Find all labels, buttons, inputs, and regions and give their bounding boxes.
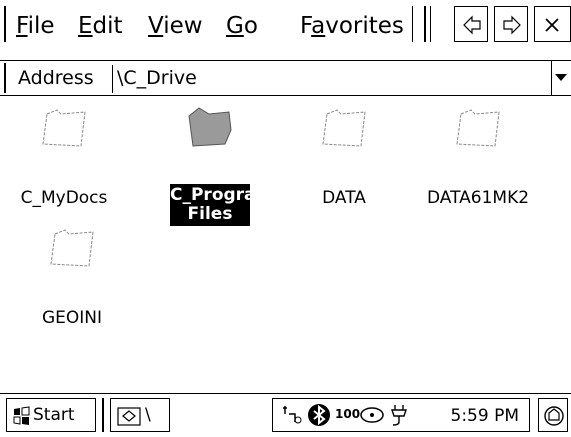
folder-label: DATA61MK2 <box>426 188 530 208</box>
menu-go[interactable]: Go <box>226 12 258 40</box>
task-label: \ <box>145 405 151 425</box>
folder-item[interactable]: DATA61MK2 <box>418 106 538 216</box>
close-icon <box>545 18 559 32</box>
folder-label: C_MyDocs <box>20 188 108 208</box>
address-label: Address <box>18 67 94 89</box>
folder-item[interactable]: C_MyDocs <box>4 106 124 216</box>
windows-flag-icon <box>13 406 30 425</box>
explorer-icon <box>117 407 141 426</box>
folder-icon <box>456 109 500 147</box>
power-plug-icon[interactable] <box>387 403 411 427</box>
folder-icon <box>42 109 86 147</box>
task-button-explorer[interactable]: \ <box>110 398 170 432</box>
address-bar: Address \C_Drive <box>0 60 571 96</box>
taskbar: Start \ 100 5:59 PM <box>0 393 571 437</box>
menu-file[interactable]: File <box>16 12 55 40</box>
folder-icon <box>188 107 232 147</box>
connection-icon[interactable] <box>281 404 303 426</box>
menu-bar: File Edit View Go Favorites <box>0 0 571 52</box>
chevron-down-icon <box>555 74 567 81</box>
folder-label-selected: C_Program Files <box>170 184 274 226</box>
folder-item[interactable]: GEOINI <box>12 226 132 336</box>
bluetooth-icon[interactable] <box>307 403 331 427</box>
folder-icon <box>50 229 94 267</box>
address-dropdown-button[interactable] <box>551 61 571 95</box>
back-icon <box>463 15 481 35</box>
menu-edit[interactable]: Edit <box>78 12 123 40</box>
forward-button[interactable] <box>494 6 528 42</box>
desktop-icon <box>544 406 564 426</box>
toolbar-grip[interactable] <box>424 6 426 42</box>
start-button[interactable]: Start <box>6 398 96 432</box>
folder-item[interactable]: DATA <box>284 106 404 216</box>
forward-icon <box>503 15 521 35</box>
folder-label: GEOINI <box>41 308 103 328</box>
menubar-grip[interactable] <box>4 6 6 42</box>
start-label: Start <box>33 405 75 425</box>
system-tray: 100 5:59 PM <box>272 398 530 432</box>
file-list: C_MyDocs C_Program Files DATA DATA61MK2 G… <box>0 96 571 381</box>
clock[interactable]: 5:59 PM <box>451 406 520 426</box>
folder-item-selected[interactable]: C_Program Files <box>150 106 273 226</box>
folder-icon <box>322 109 366 147</box>
storage-card-icon[interactable] <box>359 405 385 425</box>
address-grip[interactable] <box>4 63 6 93</box>
taskbar-grip <box>102 398 104 432</box>
address-input[interactable]: \C_Drive <box>112 65 552 93</box>
menubar-divider <box>412 6 413 42</box>
battery-indicator[interactable]: 100 <box>335 407 360 421</box>
folder-label: DATA <box>322 188 366 208</box>
toolbar-grip-2 <box>430 6 432 42</box>
desktop-button[interactable] <box>538 398 568 432</box>
back-button[interactable] <box>454 6 488 42</box>
menu-favorites[interactable]: Favorites <box>300 12 404 40</box>
menu-view[interactable]: View <box>148 12 203 40</box>
close-button[interactable] <box>534 6 571 42</box>
